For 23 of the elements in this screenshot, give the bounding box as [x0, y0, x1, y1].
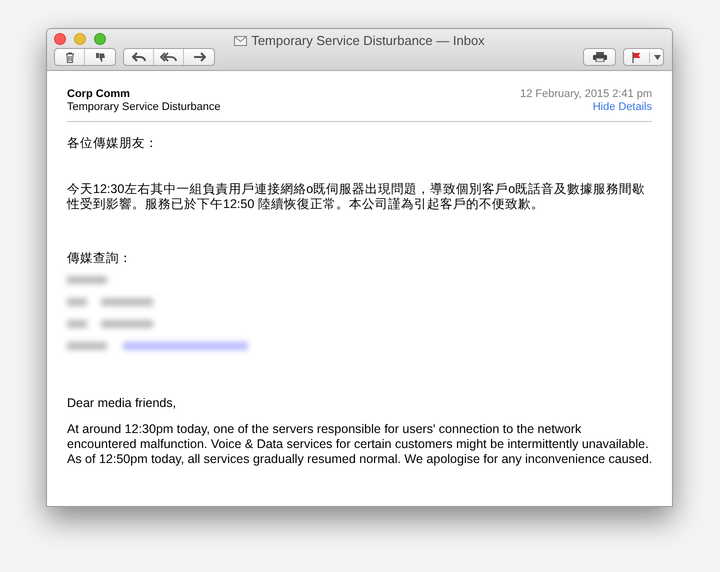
close-button[interactable] — [54, 33, 66, 45]
hide-details-link[interactable]: Hide Details — [592, 101, 652, 114]
window-title: Temporary Service Disturbance — Inbox — [251, 32, 485, 50]
thumbs-down-icon — [94, 52, 106, 62]
caret-icon — [654, 54, 661, 60]
date-text: 12 February, 2015 2:41 pm — [520, 88, 652, 101]
flag-icon — [632, 52, 641, 62]
subject-line: Temporary Service Disturbance — [67, 101, 220, 114]
message-paragraph: 傳媒查詢： — [67, 251, 133, 266]
sender-name: Corp Comm — [67, 88, 131, 101]
message-paragraph: 各位傳媒朋友： — [67, 136, 159, 151]
message-paragraph: At around 12:30pm today, one of the servers responsible for users' connection to the network encountered malfunction. Voice & Data services for certain customers might be intermittently unavailable. As of 12:50pm today, all services gradually resumed normal. We apologise for any inconvenience caused. — [67, 422, 653, 467]
right-arrow-icon — [192, 52, 206, 62]
flag-button[interactable] — [623, 48, 664, 66]
zoom-button[interactable] — [94, 33, 106, 45]
reply-all-icon — [160, 52, 177, 62]
message-paragraph: Dear media friends, — [67, 396, 178, 411]
trash-icon — [64, 52, 74, 62]
message-paragraph: 今天12:30左右其中一組負責用戶連接網絡o既伺服器出現問題，導致個別客戶o既話音及數據服務間歇性受到影響。服務已於下午12:50 陸續恢復正常。本公司謹為引起客戶的不便致歉。 — [67, 182, 646, 212]
print-button[interactable] — [583, 48, 616, 66]
reply-icon — [132, 52, 146, 62]
envelope-icon — [234, 36, 248, 46]
printer-icon — [592, 52, 606, 62]
